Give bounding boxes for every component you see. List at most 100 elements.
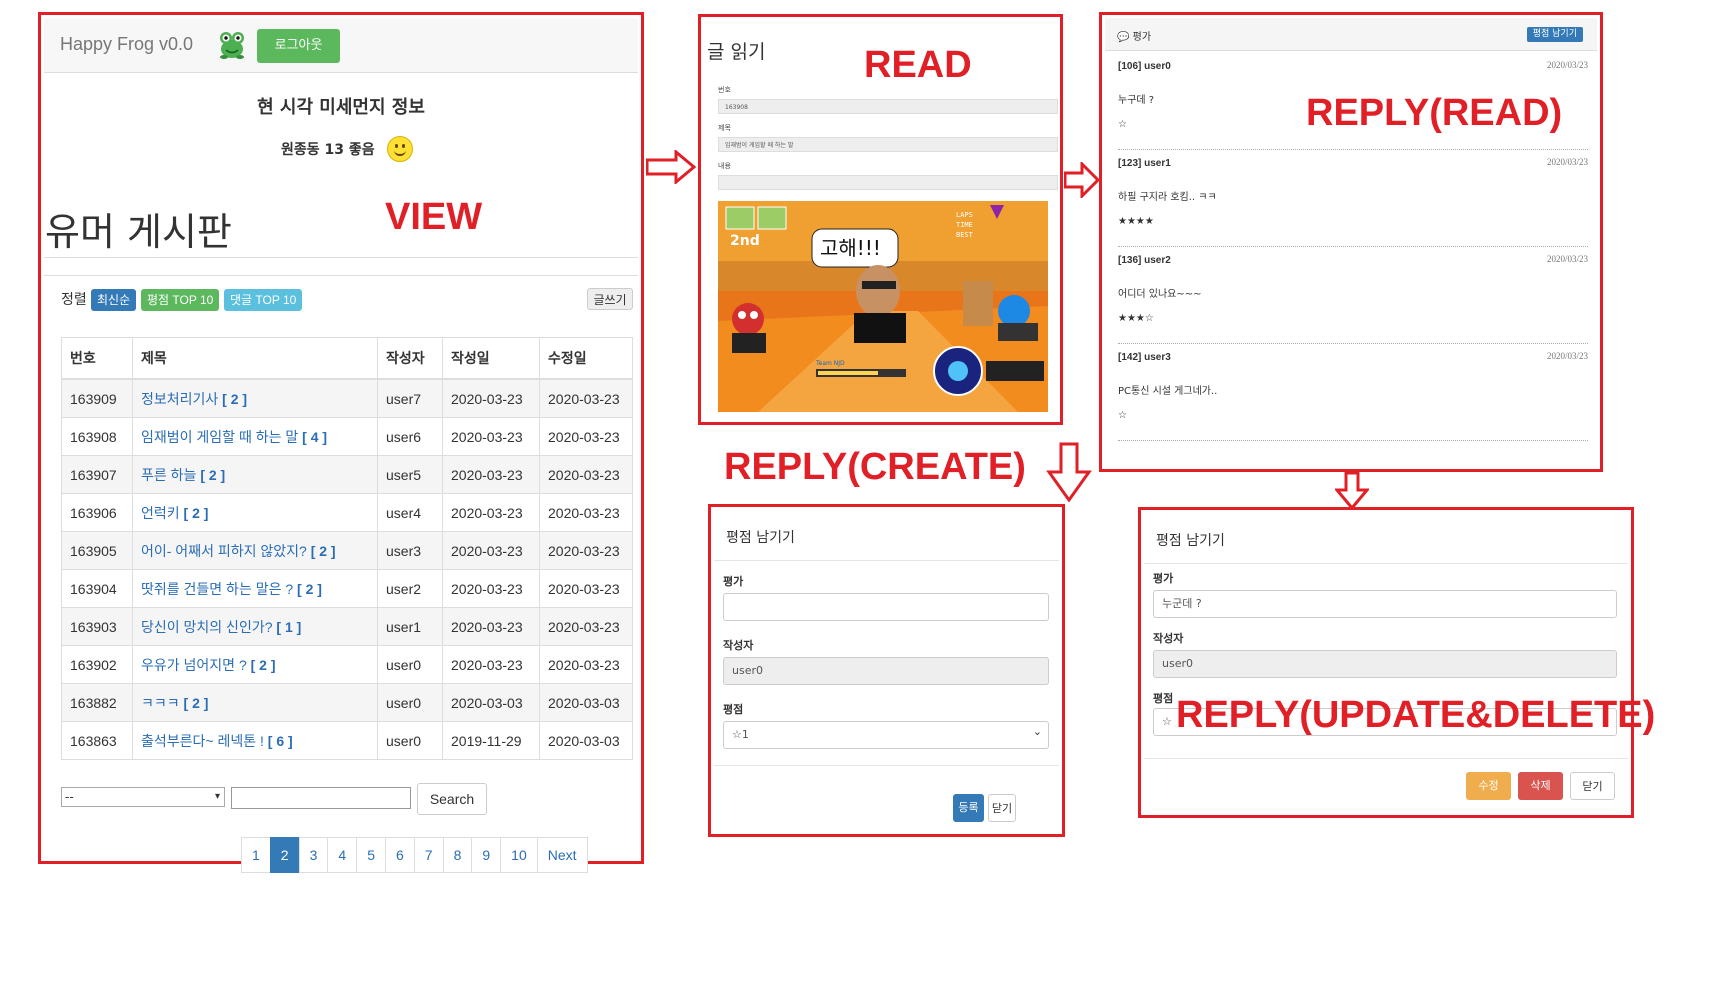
table-row[interactable]: 163909 정보처리기사 [ 2 ] user7 2020-03-23 2020-03… <box>61 378 633 418</box>
writer-label: 작성자 <box>1153 632 1184 645</box>
cell-writer: user7 <box>377 378 443 418</box>
post-link[interactable]: 언럭키 <box>141 505 180 521</box>
score-select[interactable]: ☆1 <box>723 719 1049 749</box>
review-item[interactable]: [136] user2 2020/03/23 어디더 있나요~~~ ★★★☆ <box>1118 247 1588 344</box>
page-4[interactable]: 4 <box>327 837 358 873</box>
close-button[interactable]: 닫기 <box>988 794 1016 822</box>
post-link[interactable]: 어이- 어째서 피하지 않았지? <box>141 543 307 559</box>
cell-created: 2020-03-23 <box>442 417 540 456</box>
sort-latest-button[interactable]: 최신순 <box>91 289 137 311</box>
cell-title[interactable]: 당신이 망치의 신인가? [ 1 ] <box>132 607 378 646</box>
page-5[interactable]: 5 <box>356 837 386 873</box>
logout-button[interactable]: 로그아웃 <box>257 29 340 63</box>
table-row[interactable]: 163904 땃쥐를 건들면 하는 말은 ? [ 2 ] user2 2020-03-… <box>61 569 633 608</box>
sort-rating-button[interactable]: 평점 TOP 10 <box>141 289 220 311</box>
close-button[interactable]: 닫기 <box>1570 772 1615 800</box>
search-input[interactable] <box>231 787 411 809</box>
comment-count: [ 2 ] <box>200 466 226 483</box>
table-row[interactable]: 163908 임재범이 게임할 때 하는 말 [ 4 ] user6 2020-03-… <box>61 417 633 456</box>
edit-button[interactable]: 수정 <box>1466 772 1511 800</box>
title-field: 임재범이 게임할 때 하는 말 <box>718 137 1058 152</box>
cell-title[interactable]: 임재범이 게임할 때 하는 말 [ 4 ] <box>132 417 378 456</box>
tag-view: VIEW <box>385 196 483 238</box>
arrow-down-icon <box>1335 472 1369 510</box>
modal-footer <box>1144 758 1628 759</box>
chevron-down-icon: ▾ <box>214 791 220 802</box>
writer-input[interactable]: user0 <box>1153 650 1617 678</box>
cell-created: 2020-03-23 <box>442 569 540 608</box>
post-link[interactable]: 땃쥐를 건들면 하는 말은 ? <box>141 581 293 597</box>
page-2[interactable]: 2 <box>269 837 300 873</box>
cell-title[interactable]: 정보처리기사 [ 2 ] <box>132 378 378 418</box>
cell-updated: 2020-03-23 <box>539 378 633 418</box>
write-button[interactable]: 글쓰기 <box>587 288 633 310</box>
star-rating: ☆ <box>1118 410 1127 421</box>
speech-text: 고해!!! <box>820 236 881 260</box>
eval-input[interactable] <box>723 593 1049 621</box>
pagination: 1 2 3 4 5 6 7 8 9 10 Next <box>241 837 588 873</box>
review-item[interactable]: [123] user1 2020/03/23 하필 구지라 호킴.. ㅋㅋ ★★★★ <box>1118 150 1588 247</box>
cell-updated: 2020-03-23 <box>539 607 633 646</box>
page-8[interactable]: 8 <box>442 837 473 873</box>
page-9[interactable]: 9 <box>471 837 502 873</box>
search-type-select[interactable]: -- ▾ <box>61 787 225 807</box>
cell-title[interactable]: 어이- 어째서 피하지 않았지? [ 2 ] <box>132 531 378 570</box>
cell-title[interactable]: 출석부른다~ 레넥톤 ! [ 6 ] <box>132 721 378 760</box>
cell-no: 163882 <box>61 683 133 722</box>
delete-button[interactable]: 삭제 <box>1518 772 1563 800</box>
page-7[interactable]: 7 <box>413 837 444 873</box>
post-link[interactable]: 임재범이 게임할 때 하는 말 <box>141 429 298 445</box>
page-3[interactable]: 3 <box>298 837 329 873</box>
table-row[interactable]: 163863 출석부른다~ 레넥톤 ! [ 6 ] user0 2019-11-29 2… <box>61 721 633 760</box>
writer-input[interactable]: user0 <box>723 657 1049 685</box>
post-link[interactable]: 출석부른다~ 레넥톤 ! <box>141 733 264 749</box>
post-link[interactable]: 푸른 하늘 <box>141 467 196 483</box>
col-no: 번호 <box>61 337 133 380</box>
cell-title[interactable]: 푸른 하늘 [ 2 ] <box>132 455 378 494</box>
page-10[interactable]: 10 <box>500 837 538 873</box>
eval-input[interactable]: 누군데 ? <box>1153 590 1617 618</box>
dust-title: 현 시각 미세먼지 정보 <box>257 97 425 118</box>
cell-updated: 2020-03-23 <box>539 493 633 532</box>
page-6[interactable]: 6 <box>384 837 415 873</box>
table-row[interactable]: 163907 푸른 하늘 [ 2 ] user5 2020-03-23 2020-03-… <box>61 455 633 494</box>
review-item[interactable]: [142] user3 2020/03/23 PC통신 시설 게그네가.. ☆ <box>1118 344 1588 441</box>
page-next[interactable]: Next <box>536 837 588 873</box>
cell-title[interactable]: 땃쥐를 건들면 하는 말은 ? [ 2 ] <box>132 569 378 608</box>
cell-title[interactable]: 우유가 넘어지면 ? [ 2 ] <box>132 645 378 684</box>
post-link[interactable]: 우유가 넘어지면 ? <box>141 657 247 673</box>
table-row[interactable]: 163882 ㅋㅋㅋ [ 2 ] user0 2020-03-03 2020-03-03 <box>61 683 633 722</box>
cell-created: 2020-03-23 <box>442 455 540 494</box>
divider <box>44 257 638 258</box>
cell-created: 2020-03-23 <box>442 607 540 646</box>
reply-header: 💬 평가 평점 남기기 <box>1105 18 1597 51</box>
sort-comment-button[interactable]: 댓글 TOP 10 <box>224 289 303 311</box>
post-link[interactable]: 정보처리기사 <box>141 391 218 407</box>
cell-title[interactable]: ㅋㅋㅋ [ 2 ] <box>132 683 378 722</box>
post-link[interactable]: ㅋㅋㅋ <box>141 695 180 711</box>
table-row[interactable]: 163906 언럭키 [ 2 ] user4 2020-03-23 2020-03-23 <box>61 493 633 532</box>
star-rating: ☆ <box>1118 119 1127 130</box>
post-link[interactable]: 당신이 망치의 신인가? <box>141 619 273 635</box>
table-row[interactable]: 163902 우유가 넘어지면 ? [ 2 ] user0 2020-03-23 202… <box>61 645 633 684</box>
cell-writer: user3 <box>377 531 443 570</box>
cell-no: 163907 <box>61 455 133 494</box>
comment-count: [ 2 ] <box>183 504 209 521</box>
cell-no: 163902 <box>61 645 133 684</box>
submit-button[interactable]: 등록 <box>953 794 984 822</box>
rate-button[interactable]: 평점 남기기 <box>1526 27 1583 42</box>
cell-writer: user4 <box>377 493 443 532</box>
cell-updated: 2020-03-03 <box>539 721 633 760</box>
field-label: 내용 <box>718 162 731 170</box>
brand[interactable]: Happy Frog v0.0 <box>60 34 193 55</box>
table-row[interactable]: 163903 당신이 망치의 신인가? [ 1 ] user1 2020-03-23 2… <box>61 607 633 646</box>
table-row[interactable]: 163905 어이- 어째서 피하지 않았지? [ 2 ] user3 2020-03… <box>61 531 633 570</box>
cell-no: 163908 <box>61 417 133 456</box>
page-1[interactable]: 1 <box>241 837 271 873</box>
cell-title[interactable]: 언럭키 [ 2 ] <box>132 493 378 532</box>
read-title: 글 읽기 <box>707 41 766 63</box>
score-value: ☆ <box>1162 715 1172 728</box>
search-button[interactable]: Search <box>417 783 487 815</box>
board-title: 유머 게시판 <box>45 210 232 254</box>
comment-count: [ 2 ] <box>310 542 336 559</box>
